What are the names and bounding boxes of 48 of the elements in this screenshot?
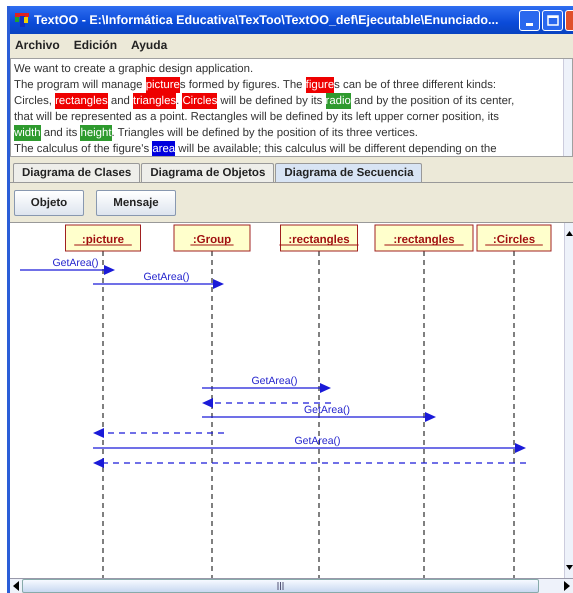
- highlighted-word: radio: [326, 93, 351, 109]
- tab[interactable]: Diagrama de Objetos: [141, 163, 274, 182]
- highlighted-word: rectangles: [55, 93, 108, 109]
- statement-line: The program will manage pictures formed by figures. The figures can be of three different kinds:: [14, 77, 498, 93]
- tab[interactable]: Diagrama de Secuencia: [275, 163, 422, 182]
- highlighted-word: width: [14, 125, 41, 141]
- maximize-icon: [546, 14, 558, 26]
- message-label: GetArea(): [294, 435, 341, 447]
- highlighted-word: height: [80, 125, 112, 141]
- vertical-scrollbar[interactable]: [564, 223, 573, 578]
- message-label: GetArea(): [52, 257, 99, 269]
- statement-line: width and its height. Triangles will be defined by the position of its three vertices.: [14, 125, 419, 141]
- grip-icon: [277, 582, 284, 590]
- highlighted-word: area: [152, 141, 176, 156]
- object-label: :Circles: [492, 234, 536, 246]
- menu-item[interactable]: Ayuda: [131, 38, 168, 52]
- minimize-icon: [526, 22, 533, 26]
- highlighted-word: figure: [306, 77, 334, 93]
- object-label: :rectangles: [288, 234, 350, 246]
- object-box[interactable]: [374, 224, 474, 252]
- message-label: GetArea(): [143, 271, 190, 283]
- highlighted-word: Circles: [182, 93, 218, 109]
- object-box[interactable]: [476, 224, 552, 252]
- object-box[interactable]: [65, 224, 141, 252]
- app-logo-icon: [14, 12, 30, 28]
- menu-item[interactable]: Edición: [74, 38, 118, 52]
- object-box[interactable]: [174, 224, 250, 252]
- vertical-scrollbar[interactable]: [563, 59, 572, 156]
- toolbar-button[interactable]: Mensaje: [96, 190, 176, 216]
- statement-line: We want to create a graphic design application.: [14, 62, 254, 77]
- menu-item[interactable]: Archivo: [15, 38, 60, 52]
- object-label: :picture: [82, 234, 124, 246]
- object-box[interactable]: [280, 224, 358, 252]
- object-label: :rectangles: [393, 234, 455, 246]
- highlighted-word: picture: [146, 77, 180, 93]
- object-label: :Group: [192, 234, 232, 246]
- tab[interactable]: Diagrama de Clases: [13, 163, 140, 182]
- message-label: GetArea(): [251, 375, 298, 387]
- minimize-button[interactable]: [519, 10, 540, 30]
- statement-line: that will be represented as a point. Rectangles will be defined by its left upper corner position, its: [14, 110, 500, 125]
- window-title: TextOO - E:\Informática Educativa\TexToo\TextOO_def\Ejecutable\Enunciado...: [34, 13, 500, 27]
- close-button[interactable]: [565, 10, 573, 30]
- highlighted-word: triangles: [133, 93, 176, 109]
- statement-line: Circles, rectangles and triangles. Circles will be defined by its radio and by the position of its center,: [14, 93, 516, 109]
- message-label: GetArea(): [304, 404, 350, 416]
- maximize-button[interactable]: [542, 10, 563, 30]
- statement-line: The calculus of the figure's area will be available; this calculus will be different depending on the: [14, 141, 498, 156]
- toolbar-button[interactable]: Objeto: [14, 190, 84, 216]
